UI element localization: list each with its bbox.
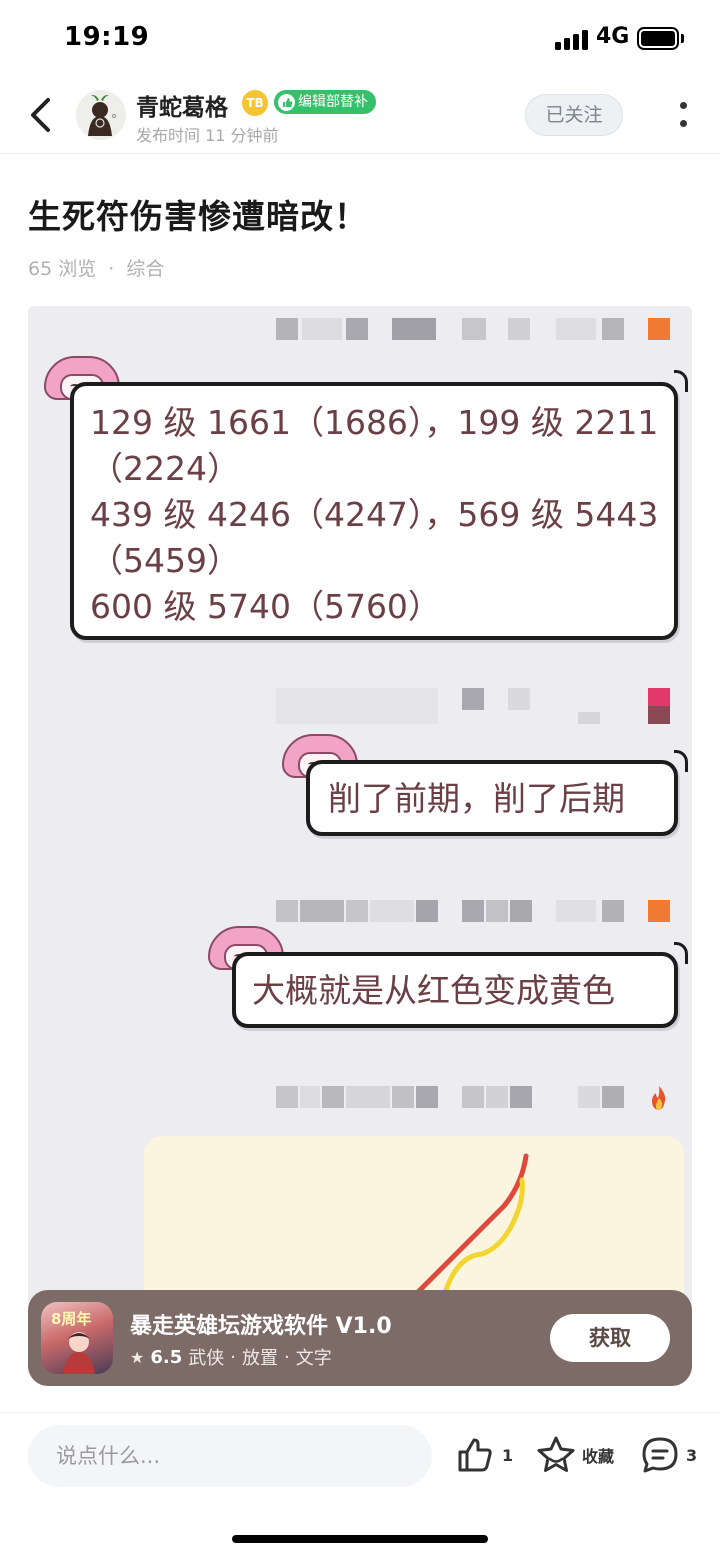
- chat-bubble-text: 大概就是从红色变成黄色: [252, 971, 615, 1010]
- chat-bubble: 大概就是从红色变成黄色: [232, 952, 678, 1028]
- level-badge: TB: [242, 90, 268, 116]
- meta-separator: ·: [108, 258, 115, 280]
- app-icon[interactable]: 8周年: [41, 1302, 113, 1374]
- signal-icon: [555, 28, 589, 50]
- blurred-username: [276, 900, 676, 922]
- like-count: 1: [502, 1445, 514, 1465]
- get-app-button[interactable]: 获取: [550, 1314, 670, 1362]
- chat-bubble: 129 级 1661（1686），199 级 2211 （2224） 439 级…: [70, 382, 678, 640]
- battery-tip: [681, 34, 684, 43]
- publish-time: 发布时间 11 分钟前: [136, 126, 279, 145]
- app-rating: 6.5: [150, 1346, 183, 1368]
- comment-button[interactable]: 3: [640, 1435, 697, 1475]
- bubble-tail: [674, 750, 688, 772]
- thumb-up-icon: [278, 93, 295, 111]
- app-tag: 放置: [241, 1348, 278, 1369]
- star-icon: ★: [130, 1347, 145, 1367]
- chat-bubble-text: 129 级 1661（1686），199 级 2211 （2224） 439 级…: [90, 403, 659, 626]
- chevron-left-icon: [31, 98, 50, 132]
- comment-input[interactable]: [28, 1425, 432, 1487]
- tag-separator: ·: [230, 1346, 236, 1368]
- post-header: 青蛇葛格 TB 编辑部替补 发布时间 11 分钟前 已关注: [0, 78, 720, 154]
- app-promo-card[interactable]: 8周年 暴走英雄坛游戏软件 V1.0 ★ 6.5 武侠 · 放置 · 文字 获取: [28, 1290, 692, 1386]
- thumb-up-icon: [458, 1438, 492, 1472]
- chat-bubble: 削了前期，削了后期: [306, 760, 678, 836]
- more-options-button[interactable]: [672, 98, 696, 132]
- like-button[interactable]: 1: [456, 1435, 513, 1475]
- role-badge-label: 编辑部替补: [298, 94, 368, 110]
- blurred-username: [276, 1086, 676, 1108]
- tag-separator: ·: [283, 1346, 290, 1368]
- chat-bubble-text: 削了前期，削了后期: [328, 779, 625, 818]
- role-badge: 编辑部替补: [274, 90, 376, 114]
- drawn-sketch: [144, 1136, 684, 1306]
- post-meta: 65 浏览 · 综合: [28, 254, 164, 281]
- post-image[interactable]: 129 级 1661（1686），199 级 2211 （2224） 439 级…: [28, 306, 692, 1306]
- post-title: 生死符伤害惨遭暗改！: [28, 197, 368, 236]
- status-time: 19:19: [64, 22, 150, 52]
- comment-bubble-icon: [642, 1437, 678, 1473]
- bubble-tail: [674, 942, 688, 964]
- comment-count: 3: [686, 1445, 698, 1465]
- favorite-label: 收藏: [582, 1447, 615, 1466]
- sketch-strokes: [411, 1153, 529, 1299]
- status-bar: 19:19 4G: [0, 0, 720, 78]
- back-button[interactable]: [22, 94, 62, 136]
- battery-icon: [637, 27, 679, 50]
- app-name: 暴走英雄坛游戏软件 V1.0: [130, 1314, 392, 1339]
- app-tag: 武侠: [188, 1348, 225, 1369]
- bubble-tail: [674, 370, 688, 392]
- fire-emoji-icon: [652, 1086, 666, 1110]
- home-indicator[interactable]: [232, 1535, 488, 1543]
- blurred-username: [276, 318, 676, 340]
- app-tag: 文字: [295, 1348, 332, 1369]
- author-name[interactable]: 青蛇葛格: [136, 88, 228, 122]
- app-meta: ★ 6.5 武侠 · 放置 · 文字: [130, 1344, 332, 1370]
- favorite-button[interactable]: 收藏: [536, 1435, 614, 1475]
- blurred-username: [276, 688, 676, 724]
- star-outline-icon: [537, 1436, 575, 1472]
- post-category[interactable]: 综合: [126, 258, 164, 280]
- follow-button[interactable]: 已关注: [525, 94, 623, 136]
- network-label: 4G: [596, 24, 630, 49]
- view-count: 65 浏览: [28, 258, 97, 280]
- author-avatar[interactable]: [76, 90, 126, 140]
